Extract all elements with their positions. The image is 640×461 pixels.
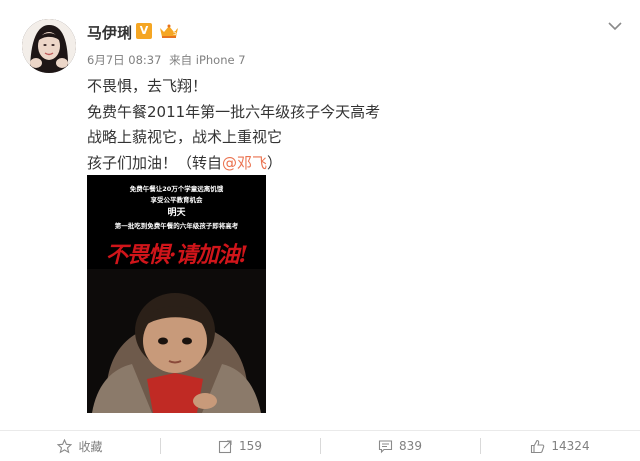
comment-count: 839	[399, 439, 422, 453]
chevron-down-icon[interactable]	[606, 18, 624, 32]
post-line-suffix: ）	[267, 153, 283, 172]
avatar[interactable]	[22, 19, 76, 73]
svg-text:5: 5	[173, 30, 177, 37]
mention-link[interactable]: @邓飞	[222, 154, 267, 172]
post-line-prefix: 孩子们加油！（转自	[87, 153, 223, 172]
post-image[interactable]: 免费午餐让20万个学童远离饥饿 享受公平教育机会 明天 第一批吃到免费午餐的六年…	[87, 175, 266, 413]
repost-button[interactable]: 159	[160, 431, 320, 461]
post-line-last: 孩子们加油！（转自@邓飞）	[87, 151, 607, 177]
post-text: 不畏惧，去飞翔！ 免费午餐2011年第一批六年级孩子今天高考 战略上藐视它，战术…	[87, 74, 607, 176]
verified-badge-icon: V	[136, 23, 152, 39]
post-source: 来自 iPhone 7	[169, 53, 246, 67]
repost-icon	[218, 439, 232, 453]
favorite-button[interactable]: 收藏	[0, 431, 160, 461]
image-caption-line: 免费午餐让20万个学童远离饥饿	[129, 185, 224, 193]
weibo-post-card: 马伊琍 V 5 6月7日 08:37 来自 iPhone 7 不畏惧，去飞翔！ …	[0, 0, 640, 461]
favorite-label: 收藏	[78, 439, 103, 454]
repost-count: 159	[239, 439, 262, 453]
like-count: 14324	[551, 439, 590, 453]
post-action-bar: 收藏 159 839 14324	[0, 430, 640, 461]
post-line: 不畏惧，去飞翔！	[87, 77, 208, 95]
comment-icon	[378, 439, 393, 453]
like-button[interactable]: 14324	[480, 431, 640, 461]
image-caption-line: 享受公平教育机会	[150, 196, 203, 204]
image-caption-line: 第一批吃到免费午餐的六年级孩子即将高考	[114, 222, 239, 230]
post-timestamp: 6月7日 08:37 来自 iPhone 7	[87, 52, 250, 68]
image-slogan: 不畏惧·请加油!	[105, 242, 248, 268]
thumbs-up-icon	[531, 439, 545, 453]
image-caption-heading: 明天	[167, 208, 186, 218]
post-line: 战略上藐视它，战术上重视它	[87, 128, 283, 146]
comment-button[interactable]: 839	[320, 431, 480, 461]
vip-crown-icon[interactable]: 5	[158, 23, 180, 39]
post-line: 免费午餐2011年第一批六年级孩子今天高考	[87, 102, 381, 121]
star-icon	[57, 438, 73, 453]
post-date[interactable]: 6月7日 08:37	[87, 53, 161, 67]
child-photo	[87, 269, 266, 413]
user-name[interactable]: 马伊琍	[87, 22, 132, 43]
